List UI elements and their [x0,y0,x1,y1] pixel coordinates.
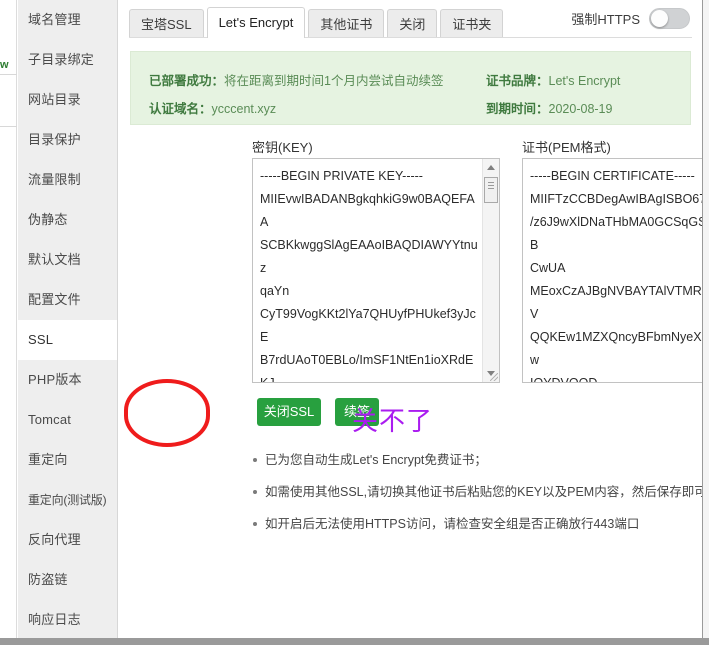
certificate-brand-value: Let's Encrypt [548,74,621,88]
sidebar-item-domain-management[interactable]: 域名管理 [18,0,117,40]
sidebar-item-config-file[interactable]: 配置文件 [18,280,117,320]
note-item: 如需使用其他SSL,请切换其他证书后粘贴您的KEY以及PEM内容，然后保存即可。 [252,484,709,500]
certified-domain-label: 认证域名： [149,102,212,116]
sidebar: 域名管理 子目录绑定 网站目录 目录保护 流量限制 伪静态 默认文档 配置文件 … [18,0,118,640]
force-https-label: 强制HTTPS [571,12,640,27]
certified-domain-value: ycccent.xyz [211,102,277,116]
sidebar-item-subdirectory-bind[interactable]: 子目录绑定 [18,40,117,80]
sidebar-item-response-log[interactable]: 响应日志 [18,600,117,640]
certificate-brand-label: 证书品牌： [486,74,549,88]
expiry-date-label: 到期时间： [486,102,549,116]
note-item: 已为您自动生成Let's Encrypt免费证书； [252,452,709,468]
force-https-toggle[interactable] [649,8,690,29]
deploy-status-label: 已部署成功： [149,74,225,88]
tab-cert-folder[interactable]: 证书夹 [440,9,504,38]
private-key-scrollbar[interactable] [482,159,499,382]
expiry-date-value: 2020-08-19 [548,102,613,116]
tab-lets-encrypt[interactable]: Let's Encrypt [206,7,306,38]
sidebar-item-php-version[interactable]: PHP版本 [18,360,117,400]
sidebar-item-redirect[interactable]: 重定向 [18,440,117,480]
left-edge-strip: w [0,0,17,640]
tab-close[interactable]: 关闭 [387,9,438,38]
sidebar-item-traffic-limit[interactable]: 流量限制 [18,160,117,200]
sidebar-item-tomcat[interactable]: Tomcat [18,400,117,440]
tab-other-cert[interactable]: 其他证书 [308,9,385,38]
scroll-up-arrow-icon[interactable] [483,159,499,176]
scrollbar-thumb[interactable] [484,177,498,203]
tab-bar: 宝塔SSL Let's Encrypt 其他证书 关闭 证书夹 强制HTTPS [119,0,702,38]
sidebar-item-anti-leech[interactable]: 防盗链 [18,560,117,600]
sidebar-item-default-document[interactable]: 默认文档 [18,240,117,280]
pem-field-label: 证书(PEM格式) [522,140,611,155]
main-panel: 宝塔SSL Let's Encrypt 其他证书 关闭 证书夹 强制HTTPS … [119,0,709,640]
close-ssl-button[interactable]: 关闭SSL [257,398,321,426]
key-field-label: 密钥(KEY) [252,140,313,155]
tab-bt-ssl[interactable]: 宝塔SSL [129,9,204,38]
sidebar-item-site-directory[interactable]: 网站目录 [18,80,117,120]
notes-list: 已为您自动生成Let's Encrypt免费证书； 如需使用其他SSL,请切换其… [252,452,709,548]
note-item: 如开启后无法使用HTTPS访问，请检查安全组是否正确放行443端口 [252,516,709,532]
sidebar-item-redirect-beta[interactable]: 重定向(测试版) [18,480,117,520]
certificate-status-box: 已部署成功：将在距离到期时间1个月内尝试自动续签 认证域名：ycccent.xy… [130,51,691,125]
left-edge-text-fragment: w [0,59,9,71]
left-edge-divider-2 [0,126,17,127]
sidebar-item-reverse-proxy[interactable]: 反向代理 [18,520,117,560]
annotation-text: 关不了 [352,407,434,437]
certificate-pem-text[interactable]: -----BEGIN CERTIFICATE----- MIIFTzCCBDeg… [523,159,709,382]
bottom-edge-scrollbar[interactable] [0,638,709,645]
right-edge-scrollbar[interactable] [702,0,709,645]
toggle-knob-icon [651,10,668,27]
deploy-status-row: 已部署成功：将在距离到期时间1个月内尝试自动续签 [149,70,443,89]
sidebar-item-directory-protect[interactable]: 目录保护 [18,120,117,160]
force-https-group: 强制HTTPS [571,8,690,29]
private-key-textarea[interactable]: -----BEGIN PRIVATE KEY----- MIIEvwIBADAN… [252,158,500,383]
sidebar-item-rewrite[interactable]: 伪静态 [18,200,117,240]
resize-grip-icon[interactable] [490,373,498,381]
certificate-brand-row: 证书品牌：Let's Encrypt [486,70,620,89]
sidebar-item-ssl[interactable]: SSL [18,320,117,360]
deploy-status-value: 将在距离到期时间1个月内尝试自动续签 [224,74,444,88]
certificate-pem-textarea[interactable]: -----BEGIN CERTIFICATE----- MIIFTzCCBDeg… [522,158,709,383]
tab-list: 宝塔SSL Let's Encrypt 其他证书 关闭 证书夹 [129,7,504,38]
private-key-text[interactable]: -----BEGIN PRIVATE KEY----- MIIEvwIBADAN… [253,159,482,382]
certified-domain-row: 认证域名：ycccent.xyz [149,98,276,117]
page-root: w 域名管理 子目录绑定 网站目录 目录保护 流量限制 伪静态 默认文档 配置文… [0,0,709,645]
expiry-date-row: 到期时间：2020-08-19 [486,98,612,117]
left-edge-divider-1 [0,74,17,75]
